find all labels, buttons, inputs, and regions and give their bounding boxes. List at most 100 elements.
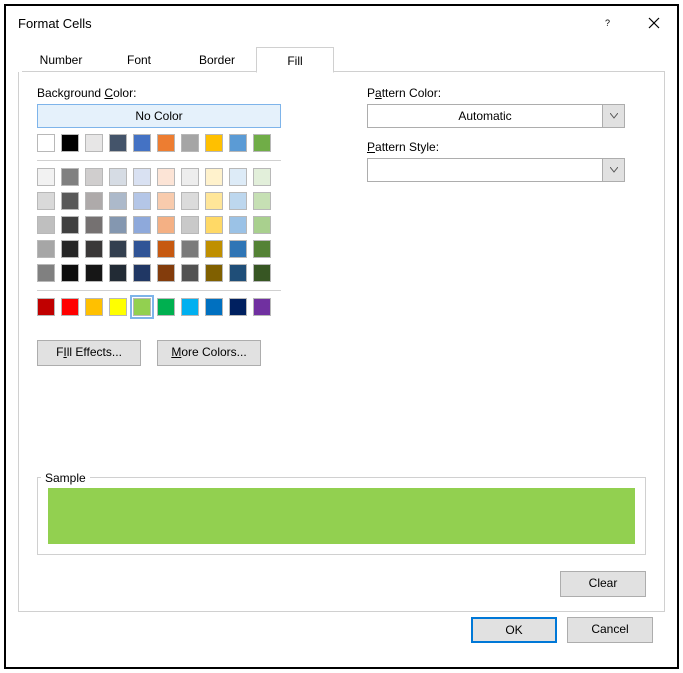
color-swatch[interactable] xyxy=(205,240,223,258)
color-swatch[interactable] xyxy=(157,216,175,234)
color-swatch[interactable] xyxy=(157,192,175,210)
color-swatch[interactable] xyxy=(133,264,151,282)
color-swatch[interactable] xyxy=(181,216,199,234)
color-swatch[interactable] xyxy=(157,264,175,282)
pattern-section: Pattern Color: Automatic Pattern Style: xyxy=(367,86,646,366)
close-button[interactable] xyxy=(631,8,677,38)
close-icon xyxy=(648,17,660,29)
no-color-button[interactable]: No Color xyxy=(37,104,281,128)
pattern-color-label: Pattern Color: xyxy=(367,86,646,100)
color-swatch[interactable] xyxy=(181,134,199,152)
color-swatch[interactable] xyxy=(85,240,103,258)
pattern-style-dropdown[interactable] xyxy=(367,158,625,182)
sample-group: Sample xyxy=(37,463,646,555)
color-swatch[interactable] xyxy=(205,264,223,282)
color-swatch[interactable] xyxy=(37,168,55,186)
color-swatch[interactable] xyxy=(133,192,151,210)
color-swatch[interactable] xyxy=(157,134,175,152)
tab-fill[interactable]: Fill xyxy=(256,47,334,73)
color-swatch[interactable] xyxy=(205,168,223,186)
color-swatch[interactable] xyxy=(253,240,271,258)
color-swatch[interactable] xyxy=(61,168,79,186)
color-swatch[interactable] xyxy=(109,192,127,210)
color-swatch[interactable] xyxy=(253,192,271,210)
color-swatch[interactable] xyxy=(37,134,55,152)
color-swatch[interactable] xyxy=(253,134,271,152)
color-swatch[interactable] xyxy=(253,264,271,282)
color-swatch[interactable] xyxy=(157,168,175,186)
color-swatch[interactable] xyxy=(181,240,199,258)
color-swatch[interactable] xyxy=(157,240,175,258)
color-swatch[interactable] xyxy=(253,216,271,234)
color-swatch[interactable] xyxy=(205,298,223,316)
background-color-section: Background Color: No Color FIll Effects.… xyxy=(37,86,337,366)
fill-pane: Background Color: No Color FIll Effects.… xyxy=(18,72,665,612)
color-swatch[interactable] xyxy=(37,298,55,316)
color-swatch[interactable] xyxy=(205,134,223,152)
color-swatch[interactable] xyxy=(37,240,55,258)
color-swatch[interactable] xyxy=(37,264,55,282)
color-swatch[interactable] xyxy=(205,192,223,210)
color-swatch[interactable] xyxy=(61,134,79,152)
ok-button[interactable]: OK xyxy=(471,617,557,643)
color-swatch[interactable] xyxy=(109,134,127,152)
color-swatch[interactable] xyxy=(205,216,223,234)
divider xyxy=(37,160,281,161)
color-swatch[interactable] xyxy=(109,168,127,186)
color-swatch[interactable] xyxy=(133,168,151,186)
color-swatch[interactable] xyxy=(229,216,247,234)
tab-border[interactable]: Border xyxy=(178,46,256,72)
help-button[interactable]: ? xyxy=(585,8,631,38)
color-swatch[interactable] xyxy=(157,298,175,316)
color-swatch[interactable] xyxy=(229,134,247,152)
color-swatch[interactable] xyxy=(253,298,271,316)
color-swatch[interactable] xyxy=(181,298,199,316)
pattern-color-dropdown[interactable]: Automatic xyxy=(367,104,625,128)
color-swatch[interactable] xyxy=(85,168,103,186)
clear-button[interactable]: Clear xyxy=(560,571,646,597)
color-swatch[interactable] xyxy=(229,192,247,210)
fill-effects-button[interactable]: FIll Effects... xyxy=(37,340,141,366)
theme-shades-grid xyxy=(37,168,281,288)
cancel-button[interactable]: Cancel xyxy=(567,617,653,643)
color-swatch[interactable] xyxy=(253,168,271,186)
color-swatch[interactable] xyxy=(85,298,103,316)
color-swatch[interactable] xyxy=(229,298,247,316)
color-swatch[interactable] xyxy=(229,264,247,282)
tab-strip: NumberFontBorderFill xyxy=(22,46,665,72)
color-swatch[interactable] xyxy=(109,264,127,282)
color-swatch[interactable] xyxy=(37,216,55,234)
theme-color-row xyxy=(37,134,281,158)
color-swatch[interactable] xyxy=(61,216,79,234)
color-swatch[interactable] xyxy=(109,216,127,234)
color-swatch[interactable] xyxy=(229,240,247,258)
color-swatch[interactable] xyxy=(37,192,55,210)
color-swatch[interactable] xyxy=(61,298,79,316)
tab-font[interactable]: Font xyxy=(100,46,178,72)
color-swatch[interactable] xyxy=(109,298,127,316)
color-swatch[interactable] xyxy=(61,240,79,258)
background-color-label: Background Color: xyxy=(37,86,337,100)
color-swatch[interactable] xyxy=(61,192,79,210)
titlebar: Format Cells ? xyxy=(6,6,677,40)
color-swatch[interactable] xyxy=(133,216,151,234)
color-swatch[interactable] xyxy=(85,134,103,152)
color-swatch[interactable] xyxy=(181,264,199,282)
color-swatch[interactable] xyxy=(85,264,103,282)
standard-colors-row xyxy=(37,298,281,322)
color-swatch[interactable] xyxy=(133,134,151,152)
dialog-title: Format Cells xyxy=(18,16,585,31)
color-swatch[interactable] xyxy=(85,216,103,234)
pattern-color-value: Automatic xyxy=(368,109,602,123)
chevron-down-icon xyxy=(602,105,624,127)
tab-number[interactable]: Number xyxy=(22,46,100,72)
color-swatch[interactable] xyxy=(61,264,79,282)
color-swatch[interactable] xyxy=(229,168,247,186)
color-swatch[interactable] xyxy=(85,192,103,210)
color-swatch[interactable] xyxy=(181,192,199,210)
color-swatch[interactable] xyxy=(109,240,127,258)
color-swatch[interactable] xyxy=(133,298,151,316)
color-swatch[interactable] xyxy=(181,168,199,186)
color-swatch[interactable] xyxy=(133,240,151,258)
more-colors-button[interactable]: More Colors... xyxy=(157,340,261,366)
